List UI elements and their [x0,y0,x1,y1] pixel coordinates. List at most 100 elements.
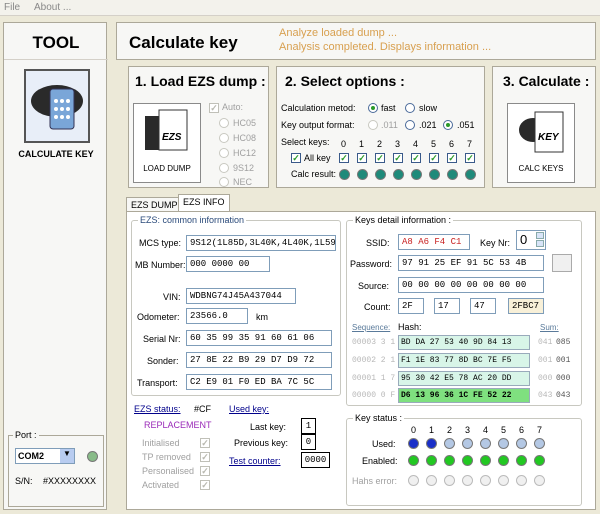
previous-key-field[interactable]: 0 [301,434,316,450]
calc-keys-button[interactable]: KEY CALC KEYS [507,103,575,183]
key-checkbox-4[interactable]: ✓ [411,153,421,163]
hash-row-0[interactable]: BD DA 27 53 40 9D 84 13 [398,335,530,350]
hash-error-led-4 [480,475,491,486]
tool-sidebar: TOOL CALCULATE KEY Port : COM2 ▼ S/N: #X… [3,22,108,510]
used-key-link[interactable]: Used key: [229,404,269,414]
vin-field[interactable]: WDBNG74J45A437044 [186,288,296,304]
enabled-led-4 [480,455,491,466]
key-nr-value: 0 [520,232,528,247]
9s12-label: 9S12 [233,163,255,173]
radio-hc05[interactable] [219,118,229,128]
ks-num-1: 1 [429,425,435,435]
hash-error-led-3 [462,475,473,486]
flag-personalised-checkbox[interactable]: ✓ [200,466,210,476]
key-checkbox-0[interactable]: ✓ [339,153,349,163]
hash-row-2[interactable]: 95 30 42 E5 78 AC 20 DD [398,371,530,386]
count-value-field[interactable]: 2FBC7 [508,298,544,314]
key-checkbox-5[interactable]: ✓ [429,153,439,163]
sum2-row-2: 000 [556,374,571,383]
radio-9s12[interactable] [219,163,229,173]
spin-up-icon[interactable] [536,232,544,239]
ezs-status-link[interactable]: EZS status: [134,404,181,414]
ks-num-6: 6 [519,425,525,435]
hash-row-1[interactable]: F1 1E 83 77 8D BC 7E F5 [398,353,530,368]
calc-result-label: Calc result: [291,169,337,179]
used-led-7 [534,438,545,449]
mb-number-field[interactable]: 000 0000 00 [186,256,270,272]
password-field[interactable]: 97 91 25 EF 91 5C 53 4B [398,255,544,271]
radio-021[interactable] [405,120,415,130]
spin-down-icon[interactable] [536,240,544,247]
count-field-2[interactable]: 17 [434,298,460,314]
calc-result-led-7 [465,169,476,180]
status-note-1: Analyze loaded dump ... [279,27,398,39]
last-key-field[interactable]: 1 [301,418,316,434]
tab-ezs-info[interactable]: EZS INFO [178,194,230,212]
used-led-0 [408,438,419,449]
radio-051[interactable] [443,120,453,130]
hash-label: Hash: [398,322,422,332]
load-dump-button[interactable]: EZS LOAD DUMP [133,103,201,183]
folder-icon[interactable] [552,254,572,272]
transport-field[interactable]: C2 E9 01 F0 ED BA 7C 5C [186,374,332,390]
key-status-title: Key status : [353,413,405,423]
ssid-field[interactable]: A8 A6 F4 C1 [398,234,470,250]
tab-ezs-dump[interactable]: EZS DUMP [126,197,183,212]
radio-nec[interactable] [219,177,229,187]
menu-file[interactable]: File [4,2,20,13]
ezs-icon-text: EZS [162,132,182,143]
key-checkbox-7[interactable]: ✓ [465,153,475,163]
port-select[interactable]: COM2 ▼ [15,448,75,464]
calculate-title: 3. Calculate : [503,73,590,89]
radio-011[interactable] [368,120,378,130]
odometer-label: Odometer: [137,312,180,322]
key-checkbox-6[interactable]: ✓ [447,153,457,163]
flag-initialised-checkbox[interactable]: ✓ [200,438,210,448]
flag-activated-label: Activated [142,480,180,490]
flag-tp-removed-label: TP removed [142,452,191,462]
format-label: Key output format: [281,120,355,130]
key-checkbox-3[interactable]: ✓ [393,153,403,163]
key-checkbox-1[interactable]: ✓ [357,153,367,163]
seq-row-3: 00000 0 F [352,391,396,400]
slow-label: slow [419,103,438,113]
key-checkbox-2[interactable]: ✓ [375,153,385,163]
mcs-type-field[interactable]: 9S12(1L85D,3L40K,4L40K,1L59W, [186,235,336,251]
sonder-label: Sonder: [147,356,179,366]
key-num-0: 0 [341,139,347,149]
sonder-field[interactable]: 27 8E 22 B9 29 D7 D9 72 [186,352,332,368]
test-counter-link[interactable]: Test counter: [229,456,281,466]
odometer-field[interactable]: 23566.0 [186,308,248,324]
source-field[interactable]: 00 00 00 00 00 00 00 00 [398,277,544,293]
status-note-2: Analysis completed. Displays information… [279,41,492,53]
test-counter-field[interactable]: 0000 [301,452,330,468]
calc-method-label: Calculation metod: [281,103,356,113]
radio-hc08[interactable] [219,133,229,143]
key-num-2: 2 [377,139,383,149]
menu-about[interactable]: About ... [34,2,71,13]
hash-row-3[interactable]: D6 13 96 36 1C FE 52 22 [398,388,530,403]
password-label: Password: [350,259,393,269]
calculate-key-button[interactable] [24,69,90,143]
port-group: Port : COM2 ▼ S/N: #XXXXXXXX [8,430,104,507]
menu-bar: File About ... [0,0,600,16]
chevron-down-icon[interactable]: ▼ [60,449,74,463]
flag-activated-checkbox[interactable]: ✓ [200,480,210,490]
mb-number-label: MB Number: [135,260,186,270]
serial-nr-field[interactable]: 60 35 99 35 91 60 61 06 [186,330,332,346]
hash-error-led-5 [498,475,509,486]
flag-tp-removed-checkbox[interactable]: ✓ [200,452,210,462]
all-key-checkbox[interactable]: ✓ [291,153,301,163]
key-num-4: 4 [413,139,419,149]
used-led-4 [480,438,491,449]
radio-fast[interactable] [368,103,378,113]
count-field-3[interactable]: 47 [470,298,496,314]
radio-hc12[interactable] [219,148,229,158]
hash-error-label: Hahs error: [352,476,398,486]
seq-row-2: 00001 1 7 [352,374,396,383]
auto-checkbox[interactable]: ✓ [209,103,219,113]
load-dump-label: LOAD DUMP [143,164,191,173]
radio-slow[interactable] [405,103,415,113]
count-field-1[interactable]: 2F [398,298,424,314]
used-label: Used: [372,439,396,449]
